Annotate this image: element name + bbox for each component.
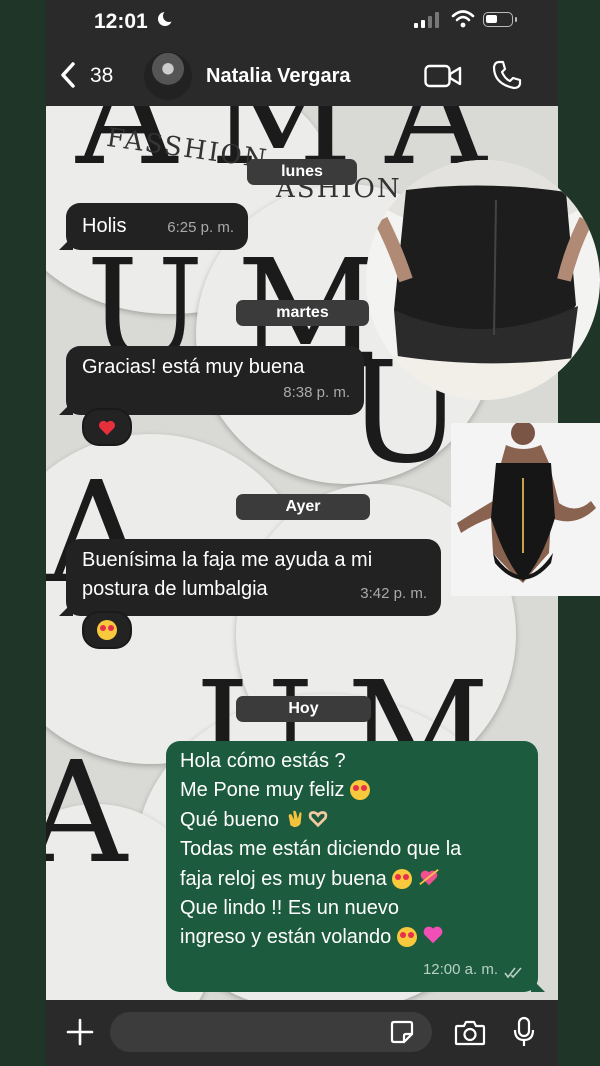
message-time: 12:00 a. m. xyxy=(422,960,498,978)
contact-name[interactable]: Natalia Vergara xyxy=(206,65,351,88)
message-text-line: Hola cómo estás ? xyxy=(180,750,346,772)
date-divider-hoy: Hoy xyxy=(236,696,371,722)
camera-icon[interactable] xyxy=(454,1020,486,1046)
heart-eyes-emoji-icon xyxy=(396,927,417,948)
video-call-icon[interactable] xyxy=(424,64,462,88)
message-composer xyxy=(46,1000,558,1066)
message-text-line: ingreso y están volando xyxy=(180,926,392,949)
sticker-icon[interactable] xyxy=(390,1020,414,1044)
date-divider-lunes: lunes xyxy=(247,159,357,185)
heart-eyes-emoji-icon xyxy=(97,620,117,640)
date-divider-ayer: Ayer xyxy=(236,494,370,520)
product-photo-bodysuit xyxy=(451,423,600,596)
message-text-line: Buenísima la faja me ayuda a mi xyxy=(82,549,373,571)
chat-header: 38 Natalia Vergara xyxy=(46,44,558,106)
heart-icon xyxy=(99,420,115,436)
double-check-icon xyxy=(504,967,522,979)
message-text-line: Todas me están diciendo que la xyxy=(180,838,462,861)
message-time: 6:25 p. m. xyxy=(167,219,234,236)
status-bar: 12:01 xyxy=(0,0,600,44)
message-text-line: Que lindo !! Es un nuevo xyxy=(180,897,400,920)
message-text-line: Qué bueno xyxy=(180,808,279,831)
heart-hands-emoji-icon xyxy=(308,810,327,828)
message-time: 8:38 p. m. xyxy=(283,384,350,401)
pink-heart-emoji-icon xyxy=(424,927,443,944)
heart-eyes-emoji-icon xyxy=(350,780,371,801)
message-text-line: faja reloj es muy buena xyxy=(180,867,387,890)
signal-icon xyxy=(414,12,444,28)
status-time: 12:01 xyxy=(94,10,148,33)
moon-icon xyxy=(158,10,175,26)
reaction-heart-eyes[interactable] xyxy=(82,611,132,649)
wifi-icon xyxy=(451,10,475,28)
plus-icon[interactable] xyxy=(66,1018,94,1046)
message-text-line: Me Pone muy feliz xyxy=(180,779,345,802)
message-input[interactable] xyxy=(110,1012,432,1052)
heart-eyes-emoji-icon xyxy=(392,868,413,889)
product-photo-corset xyxy=(366,160,600,400)
back-chevron-icon[interactable] xyxy=(58,61,78,89)
incoming-message[interactable]: Buenísima la faja me ayuda a mi postura … xyxy=(59,539,441,616)
contact-avatar[interactable] xyxy=(144,52,192,100)
clapping-hands-emoji-icon xyxy=(288,810,302,827)
battery-icon xyxy=(483,12,517,27)
reaction-heart[interactable] xyxy=(82,408,132,446)
outgoing-message[interactable]: Hola cómo estás ? Me Pone muy feliz Qué … xyxy=(166,741,545,992)
incoming-message[interactable]: Gracias! está muy buena 8:38 p. m. xyxy=(59,346,364,415)
date-divider-martes: martes xyxy=(236,300,369,326)
incoming-message[interactable]: Holis 6:25 p. m. xyxy=(59,203,248,250)
microphone-icon[interactable] xyxy=(512,1016,536,1048)
message-time: 3:42 p. m. xyxy=(360,585,427,602)
phone-call-icon[interactable] xyxy=(492,60,522,90)
unread-count[interactable]: 38 xyxy=(90,64,113,88)
heart-arrow-emoji-icon xyxy=(419,868,439,885)
